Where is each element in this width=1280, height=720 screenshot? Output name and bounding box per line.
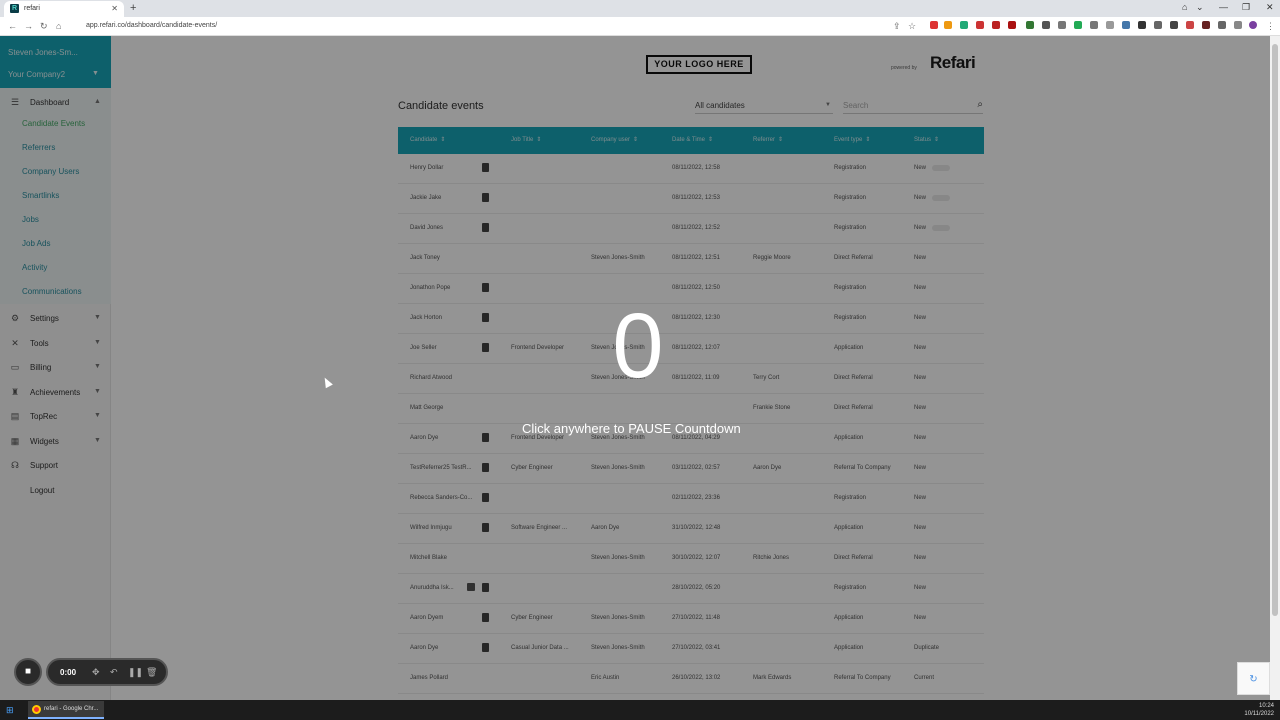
recording-timer: 0:00 <box>60 668 77 677</box>
extension-icon[interactable] <box>1138 21 1146 29</box>
new-tab-button[interactable]: + <box>130 2 136 14</box>
pause-icon[interactable]: ❚❚ <box>128 667 143 678</box>
profile-avatar[interactable] <box>1249 21 1257 29</box>
extension-icon[interactable] <box>1106 21 1114 29</box>
extension-icon[interactable] <box>1058 21 1066 29</box>
camera-icon[interactable]: ■ <box>14 658 42 686</box>
address-bar: ← → ↻ ⌂ app.refari.co/dashboard/candidat… <box>0 17 1280 36</box>
countdown-overlay[interactable]: 0 Click anywhere to PAUSE Countdown <box>0 36 1270 700</box>
bookmark-star-icon[interactable]: ☆ <box>908 21 916 32</box>
tab-search-icon[interactable]: ⌄ <box>1196 2 1204 13</box>
extension-icon[interactable] <box>1122 21 1130 29</box>
extension-icon[interactable] <box>1042 21 1050 29</box>
tab-title: refari <box>24 5 40 12</box>
home-icon[interactable]: ⌂ <box>56 21 61 31</box>
extension-icon[interactable] <box>1154 21 1162 29</box>
pause-countdown-hint[interactable]: Click anywhere to PAUSE Countdown <box>522 421 741 436</box>
back-icon[interactable]: ← <box>8 21 17 31</box>
recorder-control-bar: 0:00 ✥ ↶ ❚❚ 🗑 <box>46 658 168 686</box>
extension-icon[interactable] <box>944 21 952 29</box>
browser-tab[interactable]: R refari ✕ <box>4 1 124 17</box>
refari-favicon-icon: R <box>10 4 19 13</box>
undo-icon[interactable]: ↶ <box>110 667 118 678</box>
reload-icon[interactable]: ↻ <box>40 21 48 32</box>
menu-kebab-icon[interactable]: ⋮ <box>1266 21 1275 32</box>
forward-icon[interactable]: → <box>24 21 33 31</box>
recaptcha-badge[interactable]: ↻ <box>1237 662 1270 695</box>
chrome-icon <box>32 705 41 714</box>
screen-recorder-controls: ■ 0:00 ✥ ↶ ❚❚ 🗑 <box>14 658 168 686</box>
extension-icon[interactable] <box>1090 21 1098 29</box>
page-scrollbar[interactable] <box>1270 36 1280 700</box>
url-field[interactable]: app.refari.co/dashboard/candidate-events… <box>80 20 880 33</box>
extension-icon[interactable] <box>1202 21 1210 29</box>
windows-start-icon[interactable]: ⊞ <box>6 705 16 715</box>
delete-icon[interactable]: 🗑 <box>146 667 157 678</box>
extension-icon[interactable] <box>1186 21 1194 29</box>
taskbar-clock[interactable]: 10:24 10/11/2022 <box>1244 702 1274 718</box>
taskbar-chrome-app[interactable]: refari - Google Chr... <box>28 701 104 719</box>
countdown-number: 0 <box>612 295 664 397</box>
side-panel-icon[interactable] <box>1234 21 1242 29</box>
extension-icon[interactable] <box>976 21 984 29</box>
extension-icon[interactable] <box>1008 21 1016 29</box>
share-icon[interactable]: ⇪ <box>893 21 901 32</box>
browser-tab-bar: R refari ✕ + ⌂ ⌄ — ❐ ✕ <box>0 0 1280 17</box>
scrollbar-thumb[interactable] <box>1272 44 1278 616</box>
close-tab-icon[interactable]: ✕ <box>111 4 118 13</box>
extension-icon[interactable] <box>1170 21 1178 29</box>
extension-icon[interactable] <box>930 21 938 29</box>
extension-icon[interactable] <box>1074 21 1082 29</box>
extension-icon[interactable] <box>1026 21 1034 29</box>
extension-icon[interactable] <box>992 21 1000 29</box>
minimize-button[interactable]: — <box>1219 2 1228 12</box>
close-window-button[interactable]: ✕ <box>1266 2 1274 13</box>
profile-icon[interactable]: ⌂ <box>1182 2 1187 12</box>
maximize-button[interactable]: ❐ <box>1242 2 1250 13</box>
extension-icon[interactable] <box>960 21 968 29</box>
windows-taskbar: ⊞ refari - Google Chr... 10:24 10/11/202… <box>0 700 1280 720</box>
extensions-puzzle-icon[interactable] <box>1218 21 1226 29</box>
drawing-tool-icon[interactable]: ✥ <box>92 667 100 678</box>
